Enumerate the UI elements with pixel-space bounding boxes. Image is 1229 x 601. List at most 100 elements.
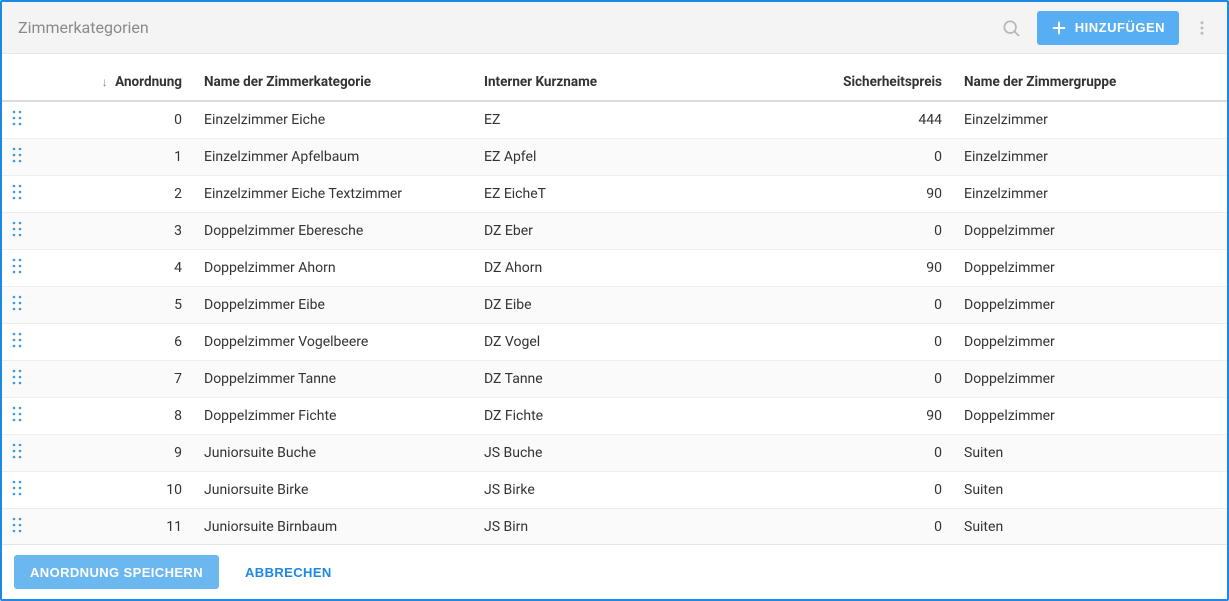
table-body: 0Einzelzimmer EicheEZ444Einzelzimmer1Ein… [2, 101, 1227, 544]
cell-name: Einzelzimmer Eiche Textzimmer [196, 176, 476, 213]
drag-handle-icon[interactable] [12, 480, 22, 496]
cell-order: 2 [36, 176, 196, 213]
cell-order: 10 [36, 472, 196, 509]
cell-short: JS Birke [476, 472, 816, 509]
cell-order: 1 [36, 139, 196, 176]
cell-price: 0 [816, 139, 956, 176]
column-header-order[interactable]: ↓ Anordnung [36, 54, 196, 101]
cell-order: 6 [36, 324, 196, 361]
drag-handle-icon[interactable] [12, 184, 22, 200]
cell-name: Doppelzimmer Fichte [196, 398, 476, 435]
panel-footer: ANORDNUNG SPEICHERN ABBRECHEN [2, 544, 1227, 599]
table-row[interactable]: 6Doppelzimmer VogelbeereDZ Vogel0Doppelz… [2, 324, 1227, 361]
cell-order: 3 [36, 213, 196, 250]
cell-order: 4 [36, 250, 196, 287]
column-header-short[interactable]: Interner Kurzname [476, 54, 816, 101]
cell-order: 7 [36, 361, 196, 398]
sort-arrow-down-icon: ↓ [102, 75, 108, 89]
cell-group: Einzelzimmer [956, 139, 1227, 176]
cell-short: EZ EicheT [476, 176, 816, 213]
cell-short: DZ Ahorn [476, 250, 816, 287]
add-button[interactable]: HINZUFÜGEN [1037, 11, 1179, 45]
cell-name: Doppelzimmer Eberesche [196, 213, 476, 250]
drag-handle-icon[interactable] [12, 369, 22, 385]
drag-handle-icon[interactable] [12, 332, 22, 348]
cell-price: 444 [816, 101, 956, 139]
cell-group: Doppelzimmer [956, 250, 1227, 287]
cell-price: 0 [816, 509, 956, 545]
table-row[interactable]: 9Juniorsuite BucheJS Buche0Suiten [2, 435, 1227, 472]
table-row[interactable]: 4Doppelzimmer AhornDZ Ahorn90Doppelzimme… [2, 250, 1227, 287]
cell-name: Doppelzimmer Tanne [196, 361, 476, 398]
add-button-label: HINZUFÜGEN [1075, 20, 1165, 35]
table-row[interactable]: 11Juniorsuite BirnbaumJS Birn0Suiten [2, 509, 1227, 545]
cell-group: Einzelzimmer [956, 176, 1227, 213]
cell-order: 8 [36, 398, 196, 435]
table-row[interactable]: 7Doppelzimmer TanneDZ Tanne0Doppelzimmer [2, 361, 1227, 398]
table-container: ↓ Anordnung Name der Zimmerkategorie Int… [2, 54, 1227, 544]
cell-order: 0 [36, 101, 196, 139]
cell-short: JS Birn [476, 509, 816, 545]
table-header-row: ↓ Anordnung Name der Zimmerkategorie Int… [2, 54, 1227, 101]
drag-handle-icon[interactable] [12, 443, 22, 459]
search-button[interactable] [993, 10, 1029, 46]
cell-group: Doppelzimmer [956, 361, 1227, 398]
drag-handle-icon[interactable] [12, 406, 22, 422]
table-row[interactable]: 2Einzelzimmer Eiche TextzimmerEZ EicheT9… [2, 176, 1227, 213]
drag-handle-icon[interactable] [12, 221, 22, 237]
cell-order: 5 [36, 287, 196, 324]
table-row[interactable]: 8Doppelzimmer FichteDZ Fichte90Doppelzim… [2, 398, 1227, 435]
drag-handle-icon[interactable] [12, 110, 22, 126]
cell-short: DZ Vogel [476, 324, 816, 361]
cell-price: 0 [816, 361, 956, 398]
cell-group: Doppelzimmer [956, 287, 1227, 324]
cell-name: Juniorsuite Birke [196, 472, 476, 509]
cell-short: DZ Tanne [476, 361, 816, 398]
cell-name: Juniorsuite Buche [196, 435, 476, 472]
cell-group: Doppelzimmer [956, 398, 1227, 435]
cell-price: 90 [816, 176, 956, 213]
table-row[interactable]: 1Einzelzimmer ApfelbaumEZ Apfel0Einzelzi… [2, 139, 1227, 176]
cell-name: Juniorsuite Birnbaum [196, 509, 476, 545]
page-title: Zimmerkategorien [18, 18, 993, 37]
table-row[interactable]: 10Juniorsuite BirkeJS Birke0Suiten [2, 472, 1227, 509]
cell-group: Suiten [956, 509, 1227, 545]
cell-price: 0 [816, 435, 956, 472]
save-order-button[interactable]: ANORDNUNG SPEICHERN [14, 555, 219, 589]
cell-name: Doppelzimmer Vogelbeere [196, 324, 476, 361]
column-header-name[interactable]: Name der Zimmerkategorie [196, 54, 476, 101]
table-row[interactable]: 3Doppelzimmer EberescheDZ Eber0Doppelzim… [2, 213, 1227, 250]
cell-group: Einzelzimmer [956, 101, 1227, 139]
drag-handle-icon[interactable] [12, 147, 22, 163]
room-categories-panel: Zimmerkategorien HINZUFÜGEN [0, 0, 1229, 601]
room-categories-table: ↓ Anordnung Name der Zimmerkategorie Int… [2, 54, 1227, 544]
cell-short: JS Buche [476, 435, 816, 472]
column-header-group[interactable]: Name der Zimmergruppe [956, 54, 1227, 101]
cell-short: DZ Eibe [476, 287, 816, 324]
drag-handle-icon[interactable] [12, 258, 22, 274]
cell-name: Doppelzimmer Ahorn [196, 250, 476, 287]
cell-price: 90 [816, 398, 956, 435]
cell-short: DZ Eber [476, 213, 816, 250]
cell-price: 0 [816, 287, 956, 324]
table-row[interactable]: 5Doppelzimmer EibeDZ Eibe0Doppelzimmer [2, 287, 1227, 324]
column-header-price[interactable]: Sicherheitspreis [816, 54, 956, 101]
cell-order: 9 [36, 435, 196, 472]
cell-price: 90 [816, 250, 956, 287]
cell-short: EZ [476, 101, 816, 139]
cell-price: 0 [816, 213, 956, 250]
cell-name: Einzelzimmer Eiche [196, 101, 476, 139]
cell-name: Einzelzimmer Apfelbaum [196, 139, 476, 176]
cell-group: Suiten [956, 435, 1227, 472]
cell-group: Doppelzimmer [956, 213, 1227, 250]
search-icon [1001, 18, 1021, 38]
cell-short: DZ Fichte [476, 398, 816, 435]
table-row[interactable]: 0Einzelzimmer EicheEZ444Einzelzimmer [2, 101, 1227, 139]
cancel-button[interactable]: ABBRECHEN [237, 555, 340, 589]
cell-group: Suiten [956, 472, 1227, 509]
cell-name: Doppelzimmer Eibe [196, 287, 476, 324]
drag-handle-icon[interactable] [12, 295, 22, 311]
column-header-order-label: Anordnung [115, 74, 182, 90]
more-options-button[interactable] [1189, 10, 1215, 46]
drag-handle-icon[interactable] [12, 517, 22, 533]
